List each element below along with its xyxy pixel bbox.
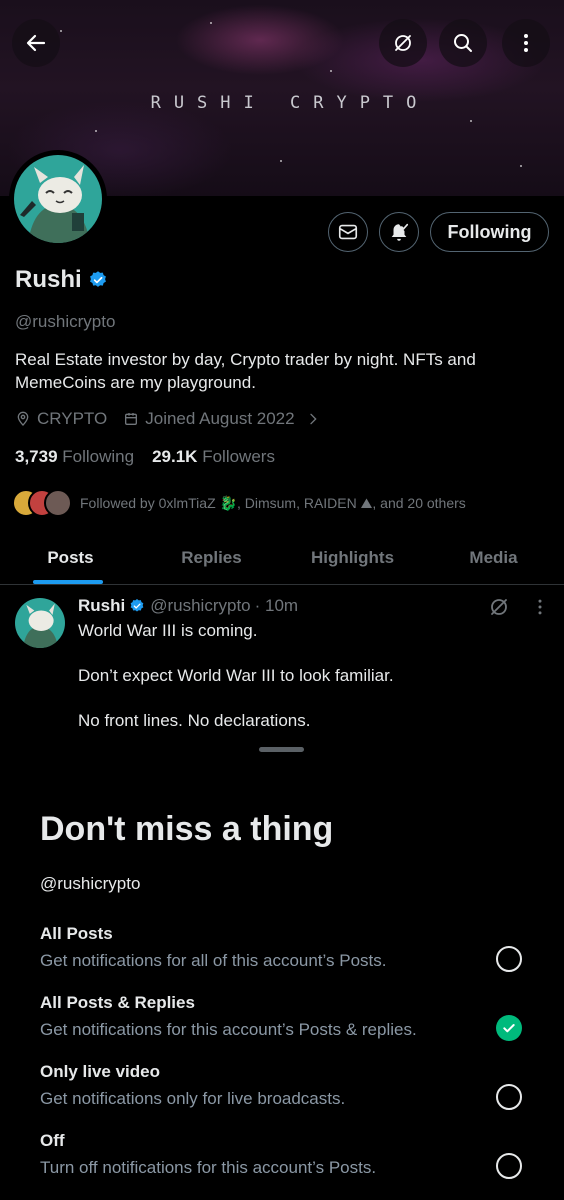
following-count: 3,739 xyxy=(15,447,58,466)
tab-posts[interactable]: Posts xyxy=(0,531,141,584)
following-label: Following xyxy=(62,447,135,466)
more-button[interactable] xyxy=(502,19,550,67)
option-live-video-title[interactable]: Only live video xyxy=(40,1062,160,1082)
notifications-bottom-sheet: Don't miss a thing @rushicrypto All Post… xyxy=(0,738,564,1200)
option-off-desc[interactable]: Turn off notifications for this account’… xyxy=(40,1158,376,1178)
followers-count: 29.1K xyxy=(152,447,198,466)
envelope-icon xyxy=(338,224,358,240)
option-posts-replies-desc[interactable]: Get notifications for this account’s Pos… xyxy=(40,1020,417,1040)
post-header: Rushi @rushicrypto · 10m xyxy=(78,596,298,616)
avatar-image xyxy=(15,598,65,648)
post-text-line: World War III is coming. xyxy=(78,621,258,640)
option-off-radio[interactable] xyxy=(496,1153,522,1179)
more-vertical-icon xyxy=(524,34,528,52)
search-button[interactable] xyxy=(439,19,487,67)
grok-icon[interactable] xyxy=(487,595,511,619)
post-text-line: No front lines. No declarations. xyxy=(78,711,311,730)
location-icon xyxy=(17,411,29,426)
post-avatar[interactable] xyxy=(15,598,65,648)
checkmark-icon xyxy=(503,1024,515,1033)
option-live-video-radio[interactable] xyxy=(496,1084,522,1110)
verified-badge-icon[interactable] xyxy=(88,270,108,290)
post-time: · 10m xyxy=(254,596,299,615)
follower-avatar xyxy=(44,489,72,517)
following-stat[interactable]: 3,739 Following xyxy=(15,447,134,467)
option-all-posts-title[interactable]: All Posts xyxy=(40,924,113,944)
followers-label: Followers xyxy=(202,447,275,466)
post-author-handle[interactable]: @rushicrypto xyxy=(150,596,250,616)
arrow-left-icon xyxy=(26,34,46,52)
bell-check-icon xyxy=(391,223,409,241)
back-button[interactable] xyxy=(12,19,60,67)
tab-highlights[interactable]: Highlights xyxy=(282,531,423,584)
profile-location: CRYPTO xyxy=(37,409,108,428)
grok-button[interactable] xyxy=(379,19,427,67)
more-vertical-icon[interactable] xyxy=(530,597,550,617)
search-icon xyxy=(454,34,472,52)
post-text-line: Don’t expect World War III to look famil… xyxy=(78,666,394,685)
option-posts-replies-radio[interactable] xyxy=(496,1015,522,1041)
sheet-handle: @rushicrypto xyxy=(40,874,141,893)
calendar-icon xyxy=(125,413,138,425)
tab-media[interactable]: Media xyxy=(423,531,564,584)
sheet-title: Don't miss a thing xyxy=(40,810,334,848)
chevron-right-icon[interactable] xyxy=(305,411,321,427)
tab-replies[interactable]: Replies xyxy=(141,531,282,584)
sheet-drag-handle[interactable] xyxy=(259,747,304,752)
grok-icon xyxy=(395,35,411,51)
profile-tabs: Posts Replies Highlights Media xyxy=(0,531,564,585)
option-posts-replies-title[interactable]: All Posts & Replies xyxy=(40,993,195,1013)
banner-title: RUSHI CRYPTO xyxy=(150,93,430,113)
option-live-video-desc[interactable]: Get notifications only for live broadcas… xyxy=(40,1089,345,1109)
notifications-button[interactable] xyxy=(379,212,419,252)
following-button[interactable]: Following xyxy=(430,212,549,252)
profile-bio: Real Estate investor by day, Crypto trad… xyxy=(15,350,476,392)
post-author-name[interactable]: Rushi xyxy=(78,596,125,616)
verified-badge-icon xyxy=(130,599,144,612)
profile-avatar[interactable] xyxy=(9,150,107,248)
followers-stat[interactable]: 29.1K Followers xyxy=(152,447,275,467)
option-all-posts-desc[interactable]: Get notifications for all of this accoun… xyxy=(40,951,386,971)
profile-handle: @rushicrypto xyxy=(15,312,116,331)
option-off-title[interactable]: Off xyxy=(40,1131,65,1151)
avatar-image xyxy=(14,155,102,243)
profile-name: Rushi xyxy=(15,266,82,293)
option-all-posts-radio[interactable] xyxy=(496,946,522,972)
followed-by-text: Followed by 0xlmTiaZ 🐉, Dimsum, RAIDEN ⛰… xyxy=(80,494,466,511)
followed-by-row[interactable]: Followed by 0xlmTiaZ 🐉, Dimsum, RAIDEN ⛰… xyxy=(12,489,466,517)
profile-meta: CRYPTO Joined August 2022 xyxy=(15,409,327,429)
message-button[interactable] xyxy=(328,212,368,252)
profile-joined: Joined August 2022 xyxy=(145,409,295,428)
